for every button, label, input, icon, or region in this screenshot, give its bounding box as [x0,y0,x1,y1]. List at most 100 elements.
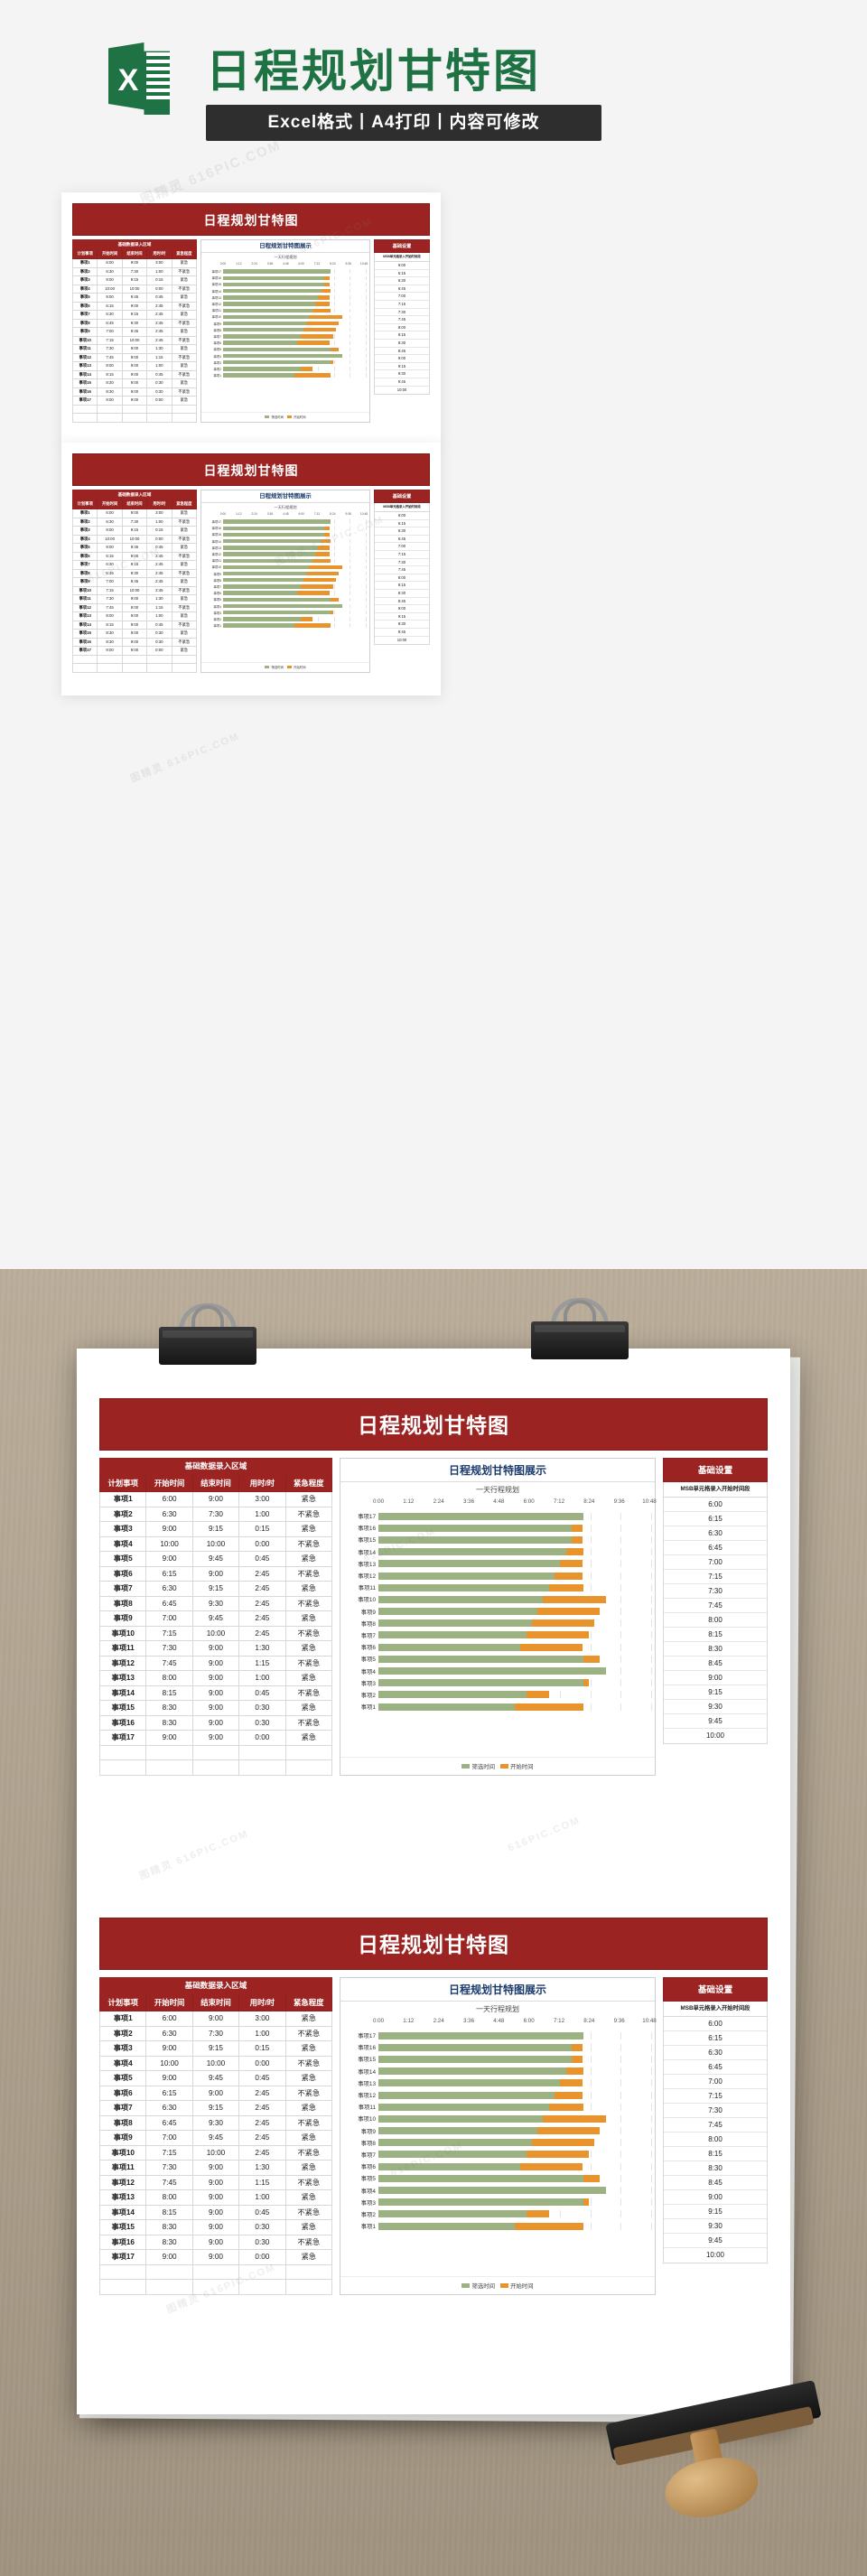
gantt-row[interactable]: 事项4 [344,1665,652,1676]
gantt-row[interactable]: 事项14 [344,2066,652,2077]
gantt-row[interactable]: 事项1 [205,622,367,629]
table-row[interactable]: 事项4 10:00 10:00 0:00 不紧急 [71,534,198,544]
gantt-row[interactable]: 事项11 [344,2101,652,2113]
table-row[interactable]: 事项8 6:45 9:30 2:45 不紧急 [98,1595,333,1611]
table-row[interactable]: 事项4 10:00 10:00 0:00 不紧急 [98,1535,333,1552]
table-row[interactable]: 事项10 7:15 10:00 2:45 不紧急 [71,335,198,345]
table-row[interactable]: 事项2 6:30 7:30 1:00 不紧急 [71,517,198,527]
gantt-row[interactable]: 事项14 [205,288,367,294]
table-row[interactable]: 事项15 8:30 9:00 0:30 紧急 [98,2219,333,2235]
table-row[interactable]: 事项12 7:45 9:00 1:15 不紧急 [98,2174,333,2190]
settings-time-item[interactable]: 6:45 [375,285,429,294]
settings-time-item[interactable]: 6:45 [664,1541,767,1555]
settings-time-item[interactable]: 9:30 [664,2219,767,2234]
settings-time-item[interactable]: 7:00 [664,2075,767,2089]
gantt-row[interactable]: 事项4 [344,2184,652,2196]
settings-time-item[interactable]: 7:45 [664,2118,767,2133]
table-row[interactable]: 事项5 9:00 9:45 0:45 紧急 [71,293,198,303]
gantt-row[interactable]: 事项4 [205,352,367,359]
gantt-row[interactable]: 事项1 [205,372,367,378]
settings-time-item[interactable]: 10:00 [375,637,429,645]
table-row[interactable]: 事项17 9:00 9:00 0:00 紧急 [71,646,198,656]
table-row[interactable]: 事项14 8:15 9:00 0:45 不紧急 [71,369,198,379]
settings-time-item[interactable]: 7:30 [664,1584,767,1599]
table-row[interactable]: 事项7 6:30 9:15 2:45 紧急 [71,310,198,320]
settings-time-item[interactable]: 8:45 [375,348,429,356]
gantt-row[interactable]: 事项12 [205,301,367,307]
gantt-row[interactable]: 事项15 [205,531,367,537]
settings-time-item[interactable]: 9:00 [664,1671,767,1685]
gantt-row[interactable]: 事项12 [205,551,367,557]
table-row[interactable]: 事项15 8:30 9:00 0:30 紧急 [71,629,198,639]
settings-time-item[interactable]: 8:45 [664,2176,767,2190]
table-row[interactable]: 事项6 6:15 9:00 2:45 不紧急 [98,1565,333,1582]
gantt-row[interactable]: 事项17 [205,268,367,275]
settings-time-item[interactable]: 7:15 [375,301,429,309]
settings-time-item[interactable]: 8:00 [664,1613,767,1628]
table-row[interactable]: 事项12 7:45 9:00 1:15 不紧急 [71,602,198,612]
table-row[interactable]: 事项8 6:45 9:30 2:45 不紧急 [71,318,198,328]
gantt-row[interactable]: 事项15 [344,2053,652,2065]
table-row[interactable]: 事项1 6:00 9:00 3:00 紧急 [98,1491,333,1507]
settings-time-item[interactable]: 7:30 [375,559,429,567]
legend-item[interactable]: 筛选时间 [461,2282,495,2290]
gantt-row[interactable]: 事项13 [205,545,367,551]
table-row[interactable]: 事项13 8:00 9:00 1:00 紧急 [98,1670,333,1686]
settings-time-item[interactable]: 6:45 [375,536,429,544]
settings-time-item[interactable]: 6:00 [375,262,429,270]
gantt-row[interactable]: 事项10 [344,1593,652,1605]
gantt-row[interactable]: 事项15 [205,281,367,287]
legend-item[interactable]: 开始时间 [500,2282,534,2290]
gantt-row[interactable]: 事项13 [344,1558,652,1570]
table-row[interactable]: 事项6 6:15 9:00 2:45 不紧急 [71,301,198,311]
table-row[interactable]: 事项3 9:00 9:15 0:15 紧急 [98,1521,333,1537]
gantt-row[interactable]: 事项5 [344,1653,652,1665]
settings-time-item[interactable]: 9:30 [375,621,429,629]
gantt-row[interactable]: 事项11 [205,307,367,313]
settings-time-item[interactable]: 7:45 [375,566,429,574]
gantt-row[interactable]: 事项3 [344,1677,652,1689]
table-row[interactable]: 事项2 6:30 7:30 1:00 不紧急 [71,266,198,276]
gantt-row[interactable]: 事项7 [344,1629,652,1641]
settings-time-item[interactable]: 9:45 [664,1714,767,1729]
table-row[interactable]: 事项10 7:15 10:00 2:45 不紧急 [71,585,198,595]
gantt-row[interactable]: 事项8 [205,577,367,583]
table-row[interactable]: 事项3 9:00 9:15 0:15 紧急 [71,275,198,285]
gantt-row[interactable]: 事项5 [344,2172,652,2184]
settings-time-item[interactable]: 8:45 [375,598,429,606]
table-row[interactable]: 事项7 6:30 9:15 2:45 紧急 [98,2100,333,2116]
gantt-row[interactable]: 事项2 [344,1689,652,1701]
settings-time-item[interactable]: 8:30 [664,1642,767,1657]
settings-time-item[interactable]: 6:15 [375,270,429,278]
table-row[interactable]: 事项5 9:00 9:45 0:45 紧急 [98,1551,333,1567]
table-row[interactable]: 事项17 9:00 9:00 0:00 紧急 [98,2249,333,2265]
table-row[interactable]: 事项9 7:00 9:45 2:45 紧急 [71,327,198,337]
settings-time-item[interactable]: 8:15 [375,582,429,590]
table-row[interactable]: 事项12 7:45 9:00 1:15 不紧急 [98,1655,333,1671]
settings-time-item[interactable]: 10:00 [375,387,429,395]
table-row[interactable]: 事项7 6:30 9:15 2:45 紧急 [71,560,198,570]
table-row[interactable]: 事项2 6:30 7:30 1:00 不紧急 [98,1506,333,1522]
settings-time-item[interactable]: 8:00 [375,574,429,583]
table-row[interactable]: 事项1 6:00 9:00 3:00 紧急 [71,258,198,268]
gantt-row[interactable]: 事项7 [344,2149,652,2161]
gantt-row[interactable]: 事项9 [344,1606,652,1618]
table-row[interactable]: 事项3 9:00 9:15 0:15 紧急 [71,526,198,536]
table-row[interactable]: 事项13 8:00 9:00 1:00 紧急 [71,611,198,621]
gantt-row[interactable]: 事项3 [344,2197,652,2208]
settings-time-item[interactable]: 9:45 [375,378,429,387]
settings-time-item[interactable]: 6:00 [375,512,429,520]
gantt-row[interactable]: 事项14 [344,1546,652,1558]
table-row[interactable]: 事项14 8:15 9:00 0:45 不紧急 [71,620,198,630]
gantt-row[interactable]: 事项6 [205,340,367,346]
gantt-row[interactable]: 事项9 [205,321,367,327]
table-row[interactable]: 事项9 7:00 9:45 2:45 紧急 [98,1610,333,1627]
gantt-row[interactable]: 事项1 [344,2220,652,2232]
settings-time-item[interactable]: 9:00 [375,605,429,613]
table-row[interactable]: 事项11 7:30 9:00 1:30 紧急 [98,2160,333,2176]
settings-time-item[interactable]: 7:00 [375,293,429,301]
legend-item[interactable]: 筛选时间 [265,415,284,419]
settings-time-item[interactable]: 7:45 [664,1599,767,1613]
gantt-row[interactable]: 事项9 [344,2125,652,2137]
gantt-row[interactable]: 事项6 [344,1641,652,1653]
